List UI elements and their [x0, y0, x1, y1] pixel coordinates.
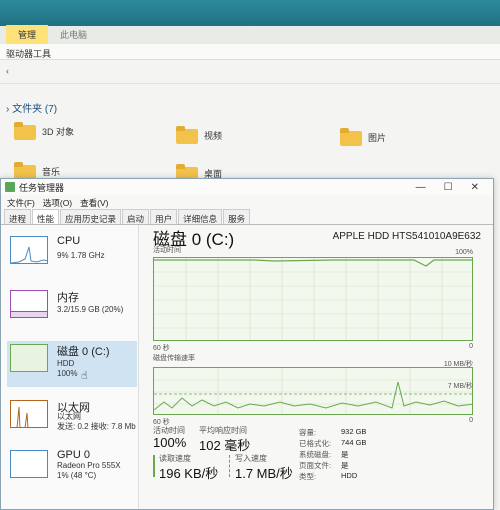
prop-pagefile-value: 是: [341, 461, 349, 470]
sidebar-item-detail: 3.2/15.9 GB (20%): [57, 305, 124, 314]
graph-activity-time: 60 秒: [153, 345, 170, 352]
tab-startup[interactable]: 启动: [122, 209, 150, 224]
resource-sidebar: CPU 9% 1.78 GHz 内存 3.2/15.9 GB (20%) 磁盘 …: [1, 225, 139, 509]
task-manager-window: 任务管理器 — ☐ ✕ 文件(F) 选项(O) 查看(V) 进程 性能 应用历史…: [0, 178, 494, 510]
task-manager-app-icon: [5, 182, 15, 192]
sidebar-item-detail: 100%: [57, 369, 78, 378]
folder-videos[interactable]: 视频: [176, 126, 222, 144]
explorer-nav-bar: ‹: [0, 60, 500, 84]
sidebar-item-cpu[interactable]: CPU 9% 1.78 GHz: [7, 233, 137, 279]
prop-system-label: 系统磁盘:: [299, 450, 332, 459]
tab-this-pc[interactable]: 此电脑: [48, 25, 99, 44]
sidebar-item-detail: 发送: 0.2 接收: 7.8 Mb: [57, 422, 136, 431]
graph-transfer-min: 0: [469, 417, 473, 424]
prop-capacity-value: 932 GB: [341, 427, 367, 436]
folder-icon: [176, 126, 198, 144]
folder-pictures[interactable]: 图片: [340, 128, 386, 146]
folder-icon: [14, 122, 36, 140]
transfer-rate-graph: [153, 367, 473, 415]
menu-options[interactable]: 选项(O): [43, 197, 72, 208]
desktop-wallpaper: [0, 0, 500, 28]
folder-icon: [340, 128, 362, 146]
tab-app-history[interactable]: 应用历史记录: [60, 209, 122, 224]
prop-formatted-value: 744 GB: [341, 438, 367, 447]
task-manager-titlebar[interactable]: 任务管理器 — ☐ ✕: [1, 179, 493, 195]
graph-activity-min: 0: [469, 343, 473, 350]
memory-mini-graph: [10, 290, 48, 318]
menu-file[interactable]: 文件(F): [7, 197, 35, 208]
graph-activity-max: 100%: [455, 249, 473, 256]
mouse-cursor-icon: ☝: [81, 370, 88, 382]
folders-section-header[interactable]: › 文件夹 (7): [6, 100, 57, 115]
sidebar-item-label: GPU 0: [57, 449, 91, 461]
sidebar-item-detail: HDD: [57, 359, 75, 368]
performance-panel: CPU 9% 1.78 GHz 内存 3.2/15.9 GB (20%) 磁盘 …: [1, 225, 493, 509]
graph-activity-label: 活动时间: [153, 247, 181, 254]
folder-label: 音乐: [42, 166, 61, 177]
disk-detail-pane: 磁盘 0 (C:) APPLE HDD HTS541010A9E632 活动时间…: [149, 225, 489, 509]
folder-3d-objects[interactable]: 3D 对象: [14, 122, 74, 140]
window-controls: — ☐ ✕: [416, 182, 489, 193]
folder-label: 图片: [368, 132, 387, 143]
sidebar-item-detail: Radeon Pro 555X: [57, 461, 121, 470]
activity-time-graph: [153, 257, 473, 341]
menu-bar: 文件(F) 选项(O) 查看(V): [1, 195, 493, 209]
tab-details[interactable]: 详细信息: [178, 209, 223, 224]
sidebar-item-label: 内存: [57, 292, 79, 304]
prop-type-value: HDD: [341, 471, 358, 480]
sidebar-item-detail: 9% 1.78 GHz: [57, 251, 105, 260]
minimize-icon[interactable]: —: [416, 182, 426, 193]
sidebar-item-detail: 1% (48 °C): [57, 471, 97, 480]
graph-transfer-mid: 7 MB/秒: [447, 383, 473, 390]
tab-services[interactable]: 服务: [223, 209, 251, 224]
prop-capacity-label: 容量:: [299, 428, 317, 437]
stat-response-value: 102 毫秒: [199, 438, 251, 453]
read-accent-bar: [153, 455, 155, 477]
task-manager-tabs: 进程 性能 应用历史记录 启动 用户 详细信息 服务: [1, 209, 493, 225]
folder-label: 3D 对象: [42, 126, 75, 137]
transfer-grid: [154, 368, 472, 414]
folders-header-label: 文件夹 (7): [12, 104, 58, 115]
maximize-icon[interactable]: ☐: [444, 182, 453, 193]
folder-label: 视频: [204, 130, 223, 141]
close-icon[interactable]: ✕: [471, 182, 479, 193]
disk-mini-graph: [10, 344, 48, 372]
stat-write-value: 1.7 MB/秒: [235, 466, 293, 481]
activity-grid: [154, 258, 472, 340]
sidebar-item-ethernet[interactable]: 以太网 以太网 发送: 0.2 接收: 7.8 Mb: [7, 397, 137, 443]
write-accent-bar: [229, 455, 231, 477]
stat-active-value: 100%: [153, 435, 187, 450]
tab-users[interactable]: 用户: [150, 209, 178, 224]
sidebar-item-label: CPU: [57, 235, 81, 247]
graph-transfer-label: 磁盘传输速率: [153, 355, 195, 362]
prop-system-value: 是: [341, 450, 349, 459]
prop-pagefile-label: 页面文件:: [299, 461, 332, 470]
prop-type-label: 类型:: [299, 472, 317, 481]
ribbon-drive-tools[interactable]: 驱动器工具: [0, 44, 500, 60]
tab-performance[interactable]: 性能: [32, 209, 60, 224]
chevron-down-icon: ›: [6, 104, 10, 115]
sidebar-item-disk[interactable]: 磁盘 0 (C:) HDD 100% ☝: [7, 341, 137, 387]
menu-view[interactable]: 查看(V): [80, 197, 108, 208]
sidebar-item-label: 磁盘 0 (C:): [57, 346, 110, 358]
gpu-mini-graph: [10, 450, 48, 478]
sidebar-item-gpu[interactable]: GPU 0 Radeon Pro 555X 1% (48 °C): [7, 447, 137, 493]
window-title: 任务管理器: [19, 182, 65, 193]
stat-read-value: 196 KB/秒: [159, 466, 219, 481]
prop-formatted-label: 已格式化:: [299, 439, 332, 448]
back-arrow-icon[interactable]: ‹: [6, 66, 9, 76]
ethernet-mini-graph: [10, 400, 48, 428]
tab-processes[interactable]: 进程: [4, 209, 32, 224]
cpu-mini-graph: [10, 236, 48, 264]
ribbon-tabs: 管理 此电脑: [0, 25, 500, 44]
sidebar-item-memory[interactable]: 内存 3.2/15.9 GB (20%): [7, 287, 137, 333]
disk-model: APPLE HDD HTS541010A9E632: [332, 231, 481, 242]
tab-manage[interactable]: 管理: [6, 25, 49, 44]
